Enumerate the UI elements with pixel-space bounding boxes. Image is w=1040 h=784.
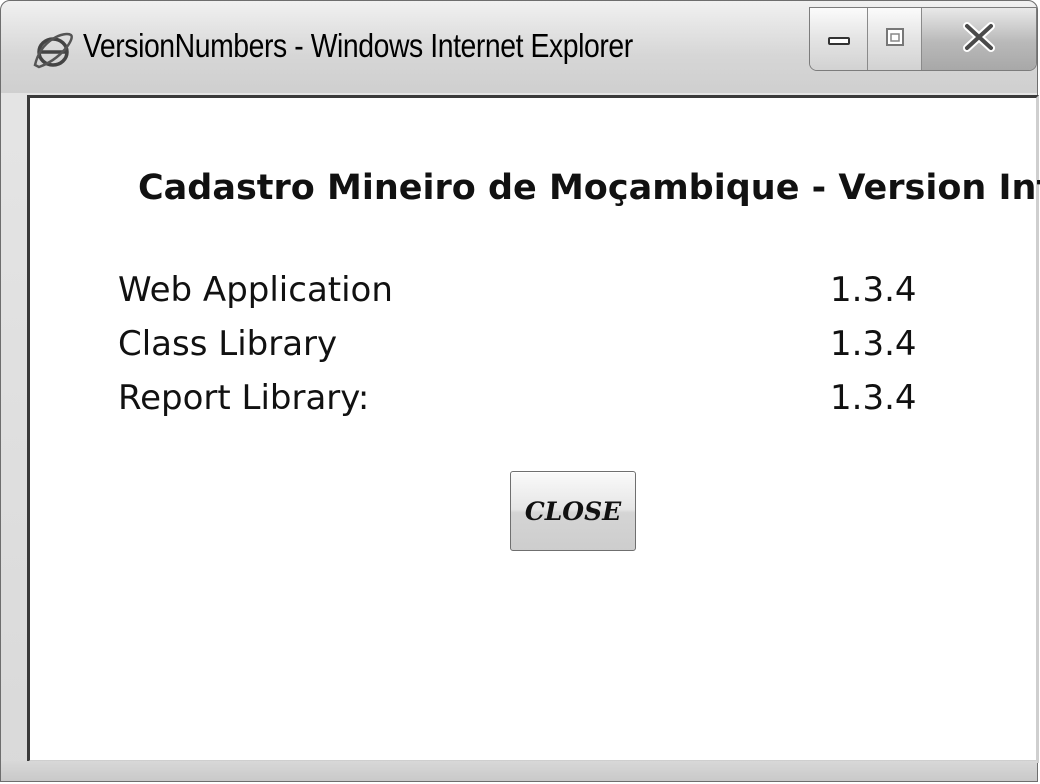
version-label: Report Library: <box>118 378 370 418</box>
close-icon <box>959 20 999 58</box>
version-row-class-library: Class Library 1.3.4 <box>118 324 938 376</box>
page-content: Cadastro Mineiro de Moçambique - Version… <box>27 95 1040 763</box>
close-window-button[interactable] <box>922 8 1036 70</box>
minimize-button[interactable] <box>810 8 868 70</box>
maximize-icon <box>882 24 908 54</box>
internet-explorer-icon <box>31 29 75 73</box>
version-row-web-application: Web Application 1.3.4 <box>118 270 938 322</box>
version-label: Class Library <box>118 324 338 364</box>
version-row-report-library: Report Library: 1.3.4 <box>118 378 938 430</box>
version-value: 1.3.4 <box>830 378 917 418</box>
page-title: Cadastro Mineiro de Moçambique - Version… <box>138 168 1040 208</box>
version-value: 1.3.4 <box>830 324 917 364</box>
title-bar[interactable]: VersionNumbers - Windows Internet Explor… <box>1 1 1037 93</box>
version-value: 1.3.4 <box>830 270 917 310</box>
window-controls <box>809 7 1037 71</box>
minimize-icon <box>826 24 852 54</box>
maximize-button[interactable] <box>868 8 922 70</box>
window-title: VersionNumbers - Windows Internet Explor… <box>83 27 633 64</box>
window-bottom-border <box>1 761 1037 781</box>
browser-window: VersionNumbers - Windows Internet Explor… <box>0 0 1040 782</box>
close-button[interactable]: CLOSE <box>510 471 636 551</box>
version-label: Web Application <box>118 270 393 310</box>
